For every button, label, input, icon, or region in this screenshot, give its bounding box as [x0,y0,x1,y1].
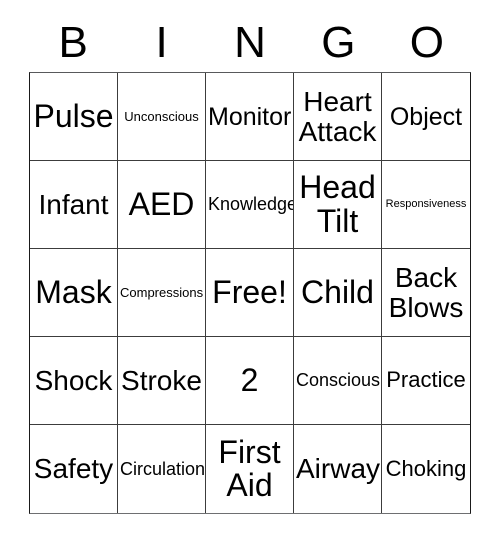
bingo-cell-label: Circulation [120,458,206,479]
bingo-header-letter-g: G [321,18,356,67]
bingo-cell-r3c5[interactable]: Back Blows [382,249,470,337]
bingo-header-letter-b: B [58,18,88,67]
bingo-cell-label: Object [389,102,463,131]
bingo-cell-label: Back Blows [388,262,464,323]
bingo-cell-r2c4[interactable]: Head Tilt [294,161,382,249]
bingo-cell-r2c3[interactable]: Knowledge [206,161,294,249]
bingo-cell-label: Safety [33,453,114,485]
bingo-cell-r1c5[interactable]: Object [382,73,470,161]
bingo-cell-r5c5[interactable]: Choking [382,425,470,513]
bingo-cell-label: Mask [35,273,112,310]
bingo-cell-r5c4[interactable]: Airway [294,425,382,513]
bingo-cell-label: Infant [38,188,109,220]
bingo-cell-r4c1[interactable]: Shock [30,337,118,425]
bingo-cell-label: Unconscious [124,108,199,124]
bingo-cell-label: Conscious [296,370,381,391]
bingo-free-space-cell[interactable]: Free! [206,249,294,337]
bingo-cell-label: 2 [240,361,259,398]
bingo-cell-r1c4[interactable]: Heart Attack [294,73,382,161]
bingo-card: B I N G O Pulse Unconscious Monitor Heart Attac… [0,0,500,544]
bingo-cell-label: Practice [386,367,466,393]
bingo-cell-label: Stroke [121,364,202,396]
bingo-cell-r1c2[interactable]: Unconscious [118,73,206,161]
bingo-cell-r5c2[interactable]: Circulation [118,425,206,513]
bingo-cell-label: Compressions [120,284,204,300]
bingo-header-letter-o: O [409,18,444,67]
bingo-cell-label: Airway [296,453,381,485]
bingo-cell-label: Pulse [33,97,114,134]
bingo-cell-r4c4[interactable]: Conscious [294,337,382,425]
bingo-header-letter-i: I [155,18,168,67]
bingo-cell-r2c5[interactable]: Responsiveness [382,161,470,249]
bingo-cell-label: Monitor [208,102,292,131]
bingo-header-letters: BINGO [29,14,471,72]
bingo-cell-label: Heart Attack [298,86,377,147]
bingo-cell-r4c2[interactable]: Stroke [118,337,206,425]
bingo-cell-r4c5[interactable]: Practice [382,337,470,425]
bingo-cell-label: First Aid [218,433,281,503]
bingo-cell-r4c3[interactable]: 2 [206,337,294,425]
bingo-cell-r1c3[interactable]: Monitor [206,73,294,161]
bingo-cell-label: Free! [212,273,287,310]
bingo-cell-label: AED [128,185,195,222]
bingo-cell-label: Child [301,273,374,310]
bingo-header-letter-n: N [234,18,266,67]
bingo-cell-label: Shock [34,364,113,396]
bingo-cell-label: Choking [385,455,467,481]
bingo-cell-r2c1[interactable]: Infant [30,161,118,249]
bingo-cell-r5c3[interactable]: First Aid [206,425,294,513]
bingo-cell-r3c1[interactable]: Mask [30,249,118,337]
bingo-cell-label: Knowledge [208,194,294,215]
bingo-cell-r3c4[interactable]: Child [294,249,382,337]
bingo-grid: Pulse Unconscious Monitor Heart Attack Objec… [29,72,471,514]
bingo-cell-r5c1[interactable]: Safety [30,425,118,513]
bingo-cell-r1c1[interactable]: Pulse [30,73,118,161]
bingo-cell-r3c2[interactable]: Compressions [118,249,206,337]
bingo-cell-r2c2[interactable]: AED [118,161,206,249]
bingo-cell-label: Responsiveness [385,197,467,210]
bingo-cell-label: Head Tilt [299,169,376,239]
